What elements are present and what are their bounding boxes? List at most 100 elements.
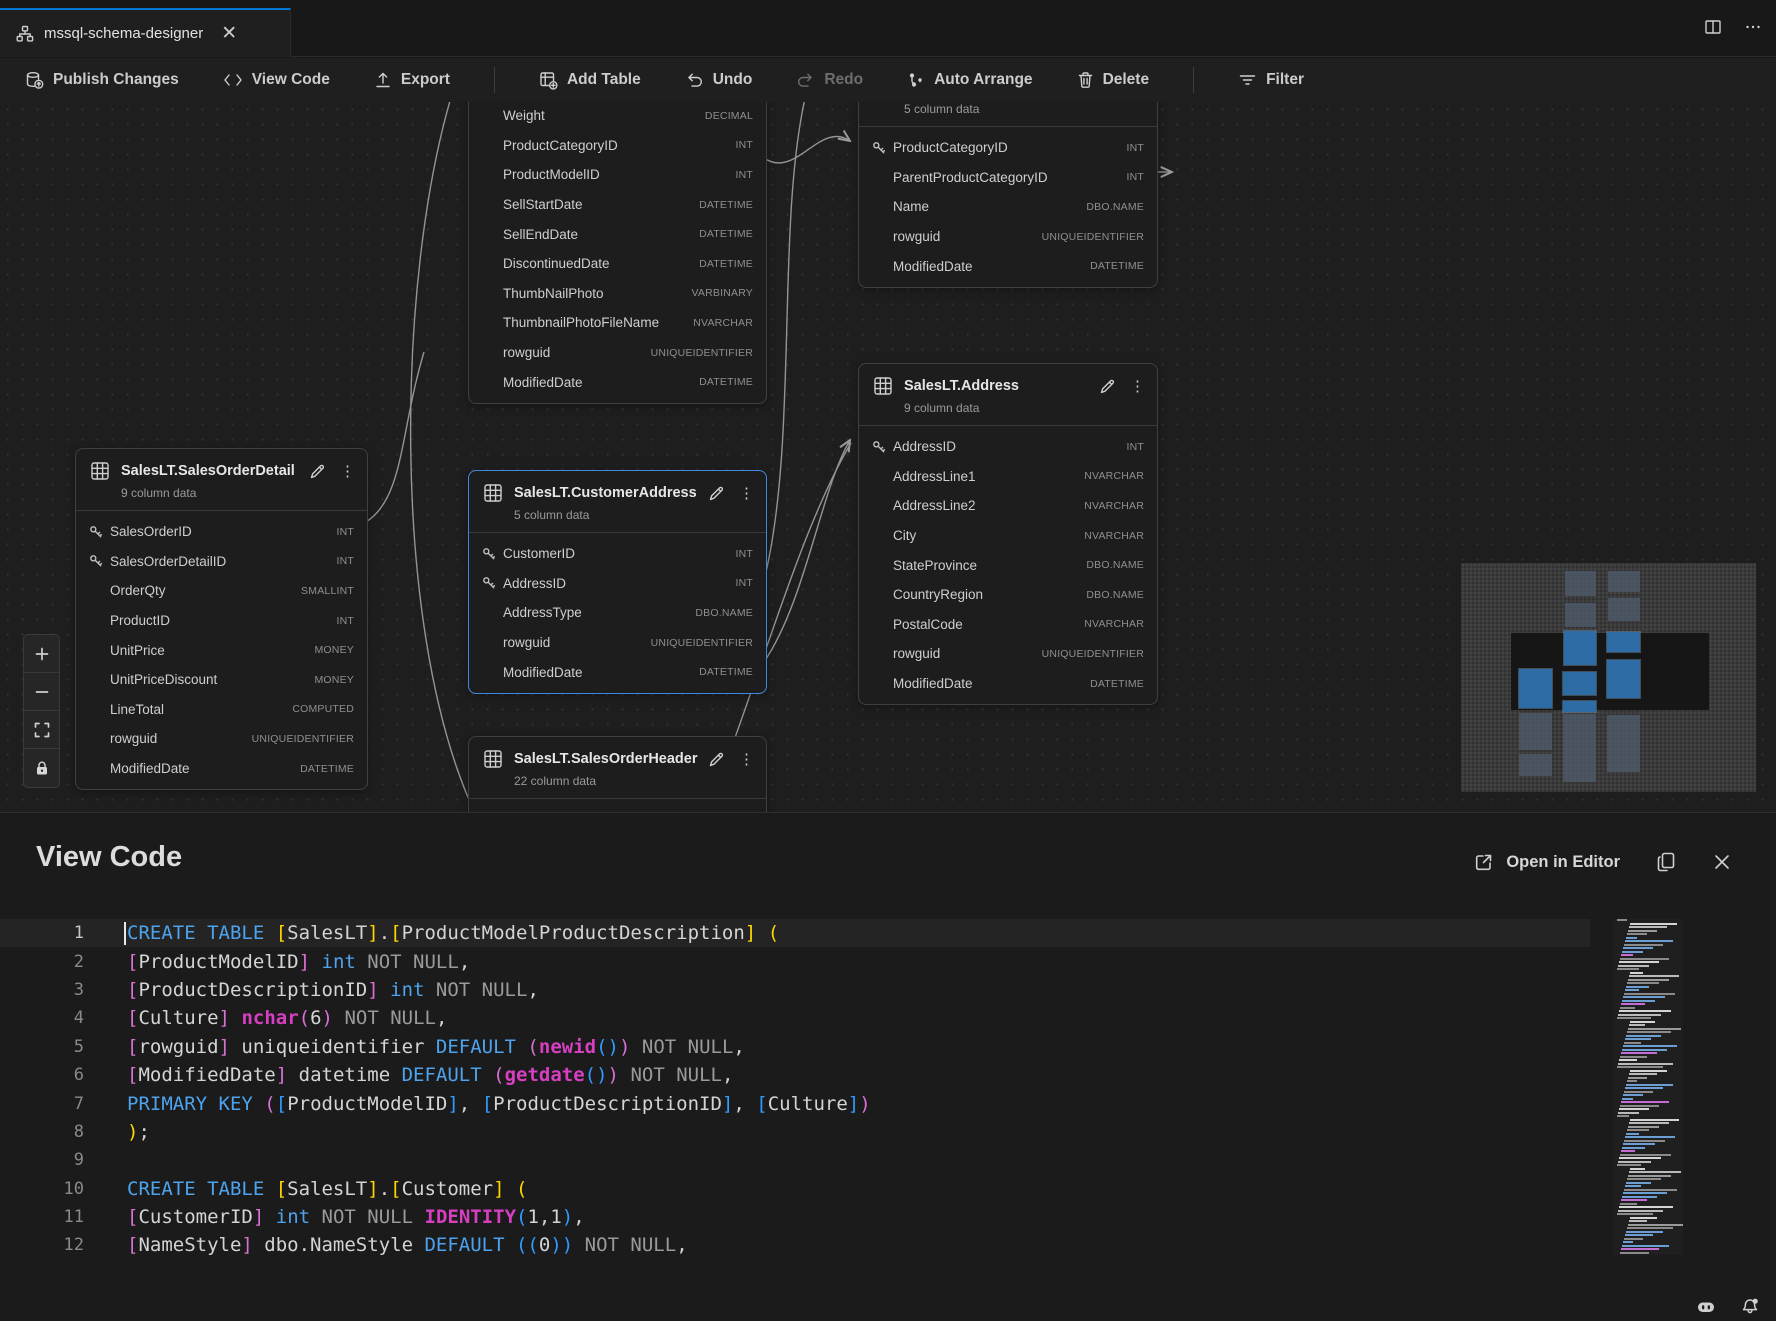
column-type: VARBINARY (691, 287, 753, 299)
column-row-ThumbnailPhotoFileName[interactable]: ThumbnailPhotoFileNameNVARCHAR (469, 308, 766, 338)
tab-close-icon[interactable]: ✕ (221, 24, 237, 43)
column-row-StateProvince[interactable]: StateProvinceDBO.NAME (859, 550, 1157, 580)
column-row-SellStartDate[interactable]: SellStartDateDATETIME (469, 190, 766, 220)
split-editor-icon[interactable] (1704, 18, 1722, 36)
bell-icon[interactable] (1740, 1297, 1760, 1317)
column-type: MONEY (314, 644, 354, 656)
edit-pencil-icon[interactable] (708, 485, 725, 502)
code-minimap-line (1628, 930, 1657, 932)
canvas-minimap[interactable] (1461, 563, 1756, 792)
table-card-product-partial[interactable]: WeightDECIMALProductCategoryIDINTProduct… (468, 102, 767, 404)
kebab-menu-icon[interactable]: ⋮ (739, 486, 754, 501)
column-row-rowguid[interactable]: rowguidUNIQUEIDENTIFIER (76, 724, 367, 754)
tab-mssql-schema-designer[interactable]: mssql-schema-designer ✕ (0, 8, 291, 57)
zoom-out-button[interactable] (24, 673, 59, 711)
code-minimap-line (1625, 940, 1673, 942)
column-row-AddressID[interactable]: AddressIDINT (859, 432, 1157, 462)
column-row-AddressLine1[interactable]: AddressLine1NVARCHAR (859, 462, 1157, 492)
column-row-AddressType[interactable]: AddressTypeDBO.NAME (469, 598, 766, 628)
table-card-header: SalesLT.CustomerAddress5 column data⋮ (469, 471, 766, 533)
open-in-editor-button[interactable]: Open in Editor (1473, 852, 1620, 873)
column-row-ThumbNailPhoto[interactable]: ThumbNailPhotoVARBINARY (469, 279, 766, 309)
table-card-sales-order-header[interactable]: SalesLT.SalesOrderHeader22 column data⋮ S… (468, 736, 767, 812)
panel-title: View Code (36, 841, 182, 874)
code-minimap-line (1623, 1241, 1633, 1243)
column-row-SellEndDate[interactable]: SellEndDateDATETIME (469, 219, 766, 249)
export-button[interactable]: Export (374, 71, 450, 89)
column-row-SalesOrderID[interactable]: SalesOrderIDINT (76, 517, 367, 547)
column-row-ProductCategoryID[interactable]: ProductCategoryIDINT (469, 131, 766, 161)
table-card-address[interactable]: SalesLT.Address9 column data⋮AddressIDIN… (858, 363, 1158, 705)
code-minimap-line (1630, 1119, 1679, 1121)
column-row-SalesOrderDetailID[interactable]: SalesOrderDetailIDINT (76, 547, 367, 577)
fit-view-button[interactable] (24, 711, 59, 749)
add-table-button[interactable]: Add Table (539, 71, 641, 90)
column-row-City[interactable]: CityNVARCHAR (859, 521, 1157, 551)
column-row-ProductCategoryID[interactable]: ProductCategoryIDINT (859, 133, 1157, 163)
column-row-Name[interactable]: NameDBO.NAME (859, 192, 1157, 222)
table-card-product-category[interactable]: 5 column dataProductCategoryIDINTParentP… (858, 102, 1158, 288)
minimap-table-block (1519, 669, 1552, 708)
publish-changes-button[interactable]: Publish Changes (25, 71, 179, 90)
edit-pencil-icon[interactable] (309, 463, 326, 480)
code-minimap-line (1619, 1108, 1649, 1110)
lock-button[interactable] (24, 749, 59, 787)
column-row-Weight[interactable]: WeightDECIMAL (469, 102, 766, 131)
column-row-PostalCode[interactable]: PostalCodeNVARCHAR (859, 610, 1157, 640)
column-list: SalesOrderIDINTSalesOrderDetailIDINTOrde… (76, 511, 367, 789)
kebab-menu-icon[interactable]: ⋮ (1130, 379, 1145, 394)
code-minimap-line (1630, 923, 1677, 925)
column-row-rowguid[interactable]: rowguidUNIQUEIDENTIFIER (469, 338, 766, 368)
table-title: SalesLT.Address (904, 378, 1019, 394)
column-row-DiscontinuedDate[interactable]: DiscontinuedDateDATETIME (469, 249, 766, 279)
column-row-ModifiedDate[interactable]: ModifiedDateDATETIME (859, 669, 1157, 699)
copy-icon[interactable] (1656, 851, 1676, 873)
redo-button[interactable]: Redo (796, 71, 863, 89)
edit-pencil-icon[interactable] (708, 751, 725, 768)
kebab-menu-icon[interactable]: ⋮ (340, 464, 355, 479)
column-row-ProductID[interactable]: ProductIDINT (76, 606, 367, 636)
column-name: ThumbnailPhotoFileName (503, 315, 693, 330)
column-row-ModifiedDate[interactable]: ModifiedDateDATETIME (859, 251, 1157, 281)
more-actions-icon[interactable] (1744, 18, 1762, 36)
column-row-CountryRegion[interactable]: CountryRegionDBO.NAME (859, 580, 1157, 610)
table-card-customer-address[interactable]: SalesLT.CustomerAddress5 column data⋮ Cus… (468, 470, 767, 694)
view-code-button[interactable]: View Code (223, 71, 330, 89)
zoom-in-button[interactable] (24, 635, 59, 673)
column-row-rowguid[interactable]: rowguidUNIQUEIDENTIFIER (469, 628, 766, 658)
column-row-SalesOrderID[interactable]: SalesOrderIDINT (469, 805, 766, 812)
column-row-ModifiedDate[interactable]: ModifiedDateDATETIME (469, 367, 766, 397)
code-minimap-line (1630, 1168, 1645, 1170)
auto-arrange-button[interactable]: Auto Arrange (907, 71, 1032, 89)
column-list: ProductCategoryIDINTParentProductCategor… (859, 127, 1157, 287)
column-row-rowguid[interactable]: rowguidUNIQUEIDENTIFIER (859, 639, 1157, 669)
table-card-header: SalesLT.SalesOrderHeader22 column data⋮ (469, 737, 766, 799)
column-row-rowguid[interactable]: rowguidUNIQUEIDENTIFIER (859, 222, 1157, 252)
column-row-AddressLine2[interactable]: AddressLine2NVARCHAR (859, 491, 1157, 521)
column-name: ParentProductCategoryID (893, 170, 1126, 185)
column-row-ModifiedDate[interactable]: ModifiedDateDATETIME (76, 754, 367, 784)
schema-canvas[interactable]: WeightDECIMALProductCategoryIDINTProduct… (0, 102, 1776, 812)
filter-button[interactable]: Filter (1238, 71, 1304, 89)
undo-button[interactable]: Undo (685, 71, 753, 89)
code-minimap-line (1618, 965, 1649, 967)
copilot-icon[interactable] (1696, 1297, 1716, 1317)
edit-pencil-icon[interactable] (1099, 378, 1116, 395)
line-text: [ModifiedDate] datetime DEFAULT (getdate… (127, 1064, 733, 1086)
kebab-menu-icon[interactable]: ⋮ (739, 752, 754, 767)
delete-button[interactable]: Delete (1077, 71, 1150, 89)
column-row-UnitPriceDiscount[interactable]: UnitPriceDiscountMONEY (76, 665, 367, 695)
column-row-ParentProductCategoryID[interactable]: ParentProductCategoryIDINT (859, 163, 1157, 193)
column-row-ProductModelID[interactable]: ProductModelIDINT (469, 160, 766, 190)
column-row-CustomerID[interactable]: CustomerIDINT (469, 539, 766, 569)
code-minimap[interactable] (1613, 919, 1683, 1255)
table-card-sales-order-detail[interactable]: SalesLT.SalesOrderDetail9 column data⋮Sa… (75, 448, 368, 790)
column-row-ModifiedDate[interactable]: ModifiedDateDATETIME (469, 657, 766, 687)
column-row-OrderQty[interactable]: OrderQtySMALLINT (76, 576, 367, 606)
line-text: CREATE TABLE [SalesLT].[Customer] ( (127, 1178, 527, 1200)
column-row-UnitPrice[interactable]: UnitPriceMONEY (76, 635, 367, 665)
column-row-LineTotal[interactable]: LineTotalCOMPUTED (76, 695, 367, 725)
column-row-AddressID[interactable]: AddressIDINT (469, 569, 766, 599)
close-icon[interactable] (1712, 852, 1732, 872)
minimap-table-block (1565, 571, 1596, 596)
